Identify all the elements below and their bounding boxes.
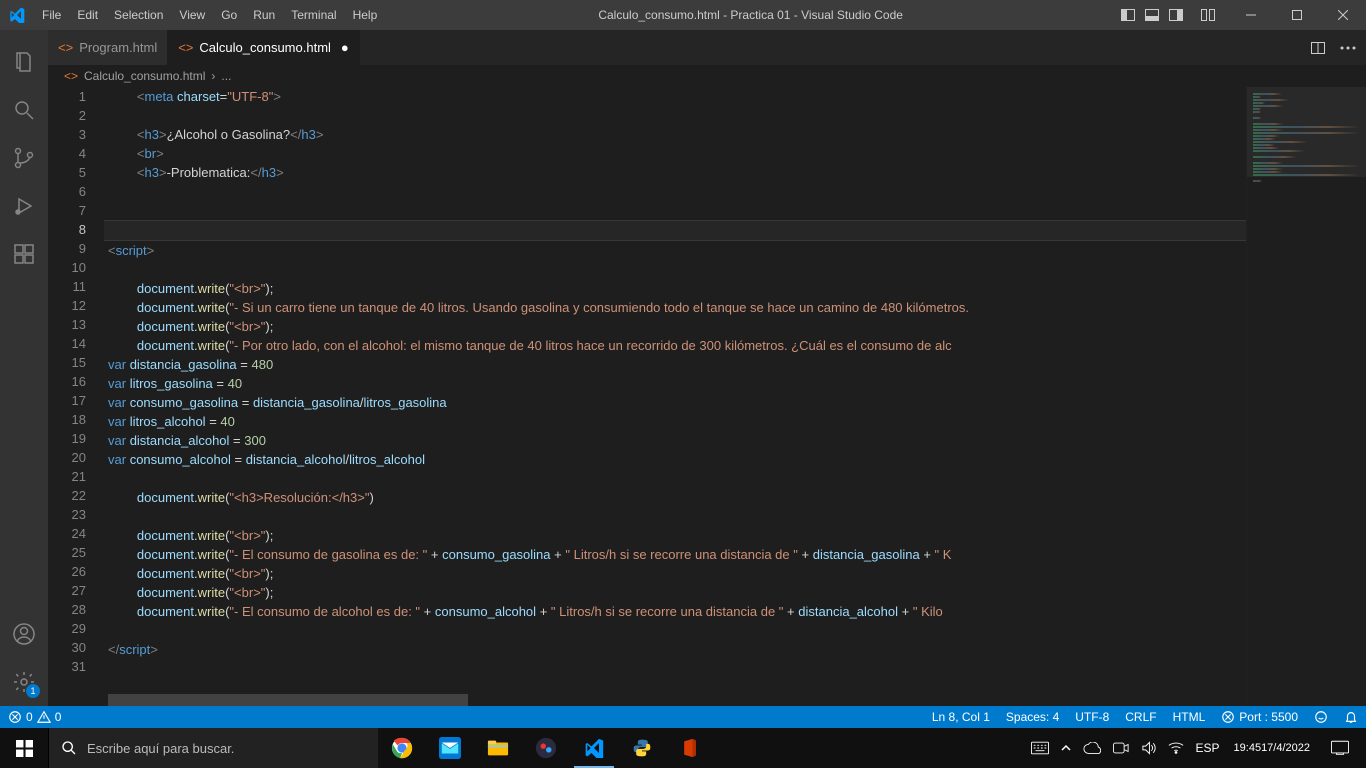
search-icon[interactable]	[0, 86, 48, 134]
dirty-indicator-icon[interactable]: ●	[341, 40, 349, 55]
tab-calculo_consumo-html[interactable]: <> Calculo_consumo.html ●	[168, 30, 360, 65]
chevron-right-icon: ›	[211, 69, 215, 83]
windows-taskbar: Escribe aquí para buscar. ESP 19:4517/4/…	[0, 728, 1366, 768]
menu-selection[interactable]: Selection	[106, 0, 171, 30]
toggle-panel-left-icon[interactable]	[1116, 0, 1140, 30]
tray-volume-icon[interactable]	[1135, 728, 1162, 768]
status-spaces[interactable]: Spaces: 4	[998, 706, 1067, 728]
taskbar-app-mail[interactable]	[426, 728, 474, 768]
status-bar: 0 0 Ln 8, Col 1 Spaces: 4 UTF-8 CRLF HTM…	[0, 706, 1366, 728]
tray-meet-now-icon[interactable]	[1107, 728, 1135, 768]
taskbar-app-vscode[interactable]	[570, 728, 618, 768]
window-maximize-button[interactable]	[1274, 0, 1320, 30]
scrollbar-thumb[interactable]	[108, 694, 468, 706]
status-cursor[interactable]: Ln 8, Col 1	[924, 706, 998, 728]
menu-edit[interactable]: Edit	[69, 0, 106, 30]
html-file-icon: <>	[178, 40, 193, 55]
tray-onedrive-icon[interactable]	[1077, 728, 1107, 768]
tray-keyboard-icon[interactable]	[1025, 728, 1055, 768]
minimap[interactable]	[1246, 87, 1366, 706]
explorer-icon[interactable]	[0, 38, 48, 86]
tabs-row: <> Program.html <> Calculo_consumo.html ●	[48, 30, 1366, 65]
menu-go[interactable]: Go	[213, 0, 245, 30]
tab-program-html[interactable]: <> Program.html	[48, 30, 168, 65]
menu-terminal[interactable]: Terminal	[283, 0, 344, 30]
tray-wifi-icon[interactable]	[1162, 728, 1190, 768]
status-language[interactable]: HTML	[1165, 706, 1214, 728]
tray-chevron-up-icon[interactable]	[1055, 728, 1077, 768]
menu-help[interactable]: Help	[345, 0, 386, 30]
taskbar-app-teams[interactable]	[522, 728, 570, 768]
html-file-icon: <>	[64, 69, 78, 83]
run-debug-icon[interactable]	[0, 182, 48, 230]
status-eol[interactable]: CRLF	[1117, 706, 1164, 728]
breadcrumb-rest: ...	[221, 69, 231, 83]
status-problems[interactable]: 0 0	[0, 706, 69, 728]
tab-label: Calculo_consumo.html	[199, 40, 331, 55]
tab-label: Program.html	[79, 40, 157, 55]
tray-notifications-icon[interactable]	[1318, 728, 1362, 768]
split-editor-icon[interactable]	[1308, 38, 1328, 58]
window-close-button[interactable]	[1320, 0, 1366, 30]
toggle-panel-bottom-icon[interactable]	[1140, 0, 1164, 30]
status-encoding[interactable]: UTF-8	[1067, 706, 1117, 728]
taskbar-search[interactable]: Escribe aquí para buscar.	[48, 728, 378, 768]
toggle-panel-right-icon[interactable]	[1164, 0, 1188, 30]
window-minimize-button[interactable]	[1228, 0, 1274, 30]
taskbar-app-office[interactable]	[666, 728, 714, 768]
menu-bar: FileEditSelectionViewGoRunTerminalHelp	[34, 0, 385, 30]
breadcrumb[interactable]: <> Calculo_consumo.html › ...	[48, 65, 1366, 87]
menu-file[interactable]: File	[34, 0, 69, 30]
status-live-server[interactable]: Port : 5500	[1213, 706, 1306, 728]
search-icon	[61, 740, 77, 756]
tray-clock[interactable]: 19:4517/4/2022	[1226, 728, 1318, 768]
taskbar-app-chrome[interactable]	[378, 728, 426, 768]
menu-view[interactable]: View	[171, 0, 213, 30]
source-control-icon[interactable]	[0, 134, 48, 182]
horizontal-scrollbar[interactable]	[108, 694, 1236, 706]
activity-bar: 1	[0, 30, 48, 706]
vscode-logo-icon	[0, 7, 34, 23]
extensions-icon[interactable]	[0, 230, 48, 278]
status-feedback-icon[interactable]	[1306, 706, 1336, 728]
breadcrumb-file: Calculo_consumo.html	[84, 69, 205, 83]
taskbar-app-explorer[interactable]	[474, 728, 522, 768]
menu-run[interactable]: Run	[245, 0, 283, 30]
html-file-icon: <>	[58, 40, 73, 55]
editor-area: <>Program.html<>Calculo_consumo.html● <>…	[48, 30, 1366, 706]
search-placeholder: Escribe aquí para buscar.	[87, 741, 234, 756]
more-actions-icon[interactable]	[1338, 38, 1358, 58]
accounts-icon[interactable]	[0, 610, 48, 658]
taskbar-app-python[interactable]	[618, 728, 666, 768]
code-editor[interactable]: 1234567891011121314151617181920212223242…	[48, 87, 1366, 706]
titlebar: FileEditSelectionViewGoRunTerminalHelp C…	[0, 0, 1366, 30]
window-title: Calculo_consumo.html - Practica 01 - Vis…	[385, 8, 1116, 22]
status-bell-icon[interactable]	[1336, 706, 1366, 728]
customize-layout-icon[interactable]	[1196, 0, 1220, 30]
tray-language[interactable]: ESP	[1190, 728, 1226, 768]
start-button[interactable]	[0, 728, 48, 768]
settings-gear-icon[interactable]: 1	[0, 658, 48, 706]
layout-controls	[1116, 0, 1220, 30]
